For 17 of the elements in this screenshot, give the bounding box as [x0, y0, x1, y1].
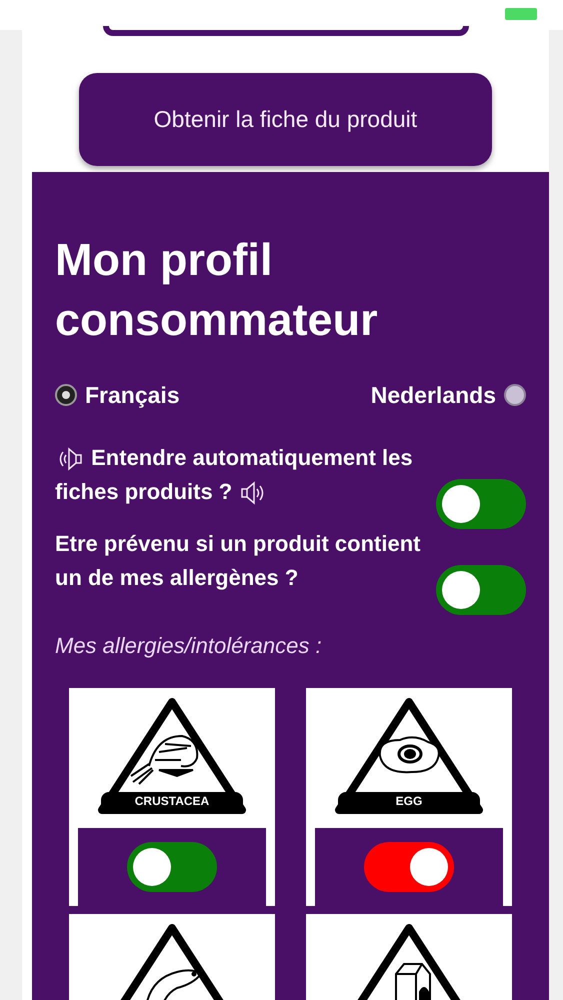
battery-icon [505, 8, 537, 20]
radio-button[interactable] [55, 384, 77, 406]
toggle-switch[interactable] [436, 564, 526, 614]
language-label: Nederlands [370, 381, 496, 410]
allergen-label: CRUSTACEA [134, 794, 210, 808]
allergen-label: EGG [394, 794, 424, 808]
toggle-switch[interactable] [364, 842, 454, 892]
allergies-heading: Mes allergies/intolérances : [55, 632, 323, 660]
setting-label: Entendre automatiquement les fiches produits ? [55, 444, 414, 507]
product-sheet-button[interactable]: Obtenir la fiche du produit [79, 73, 492, 166]
profile-title: Mon profil consommateur [55, 233, 379, 347]
toggle-switch[interactable] [436, 478, 526, 528]
radio-button[interactable] [504, 384, 526, 406]
toggle-switch[interactable] [127, 842, 217, 892]
setting-label: Etre prévenu si un produit contient un de mes allergènes ? [55, 530, 422, 592]
language-label: Français [85, 381, 180, 410]
fried-egg-icon [378, 736, 440, 773]
